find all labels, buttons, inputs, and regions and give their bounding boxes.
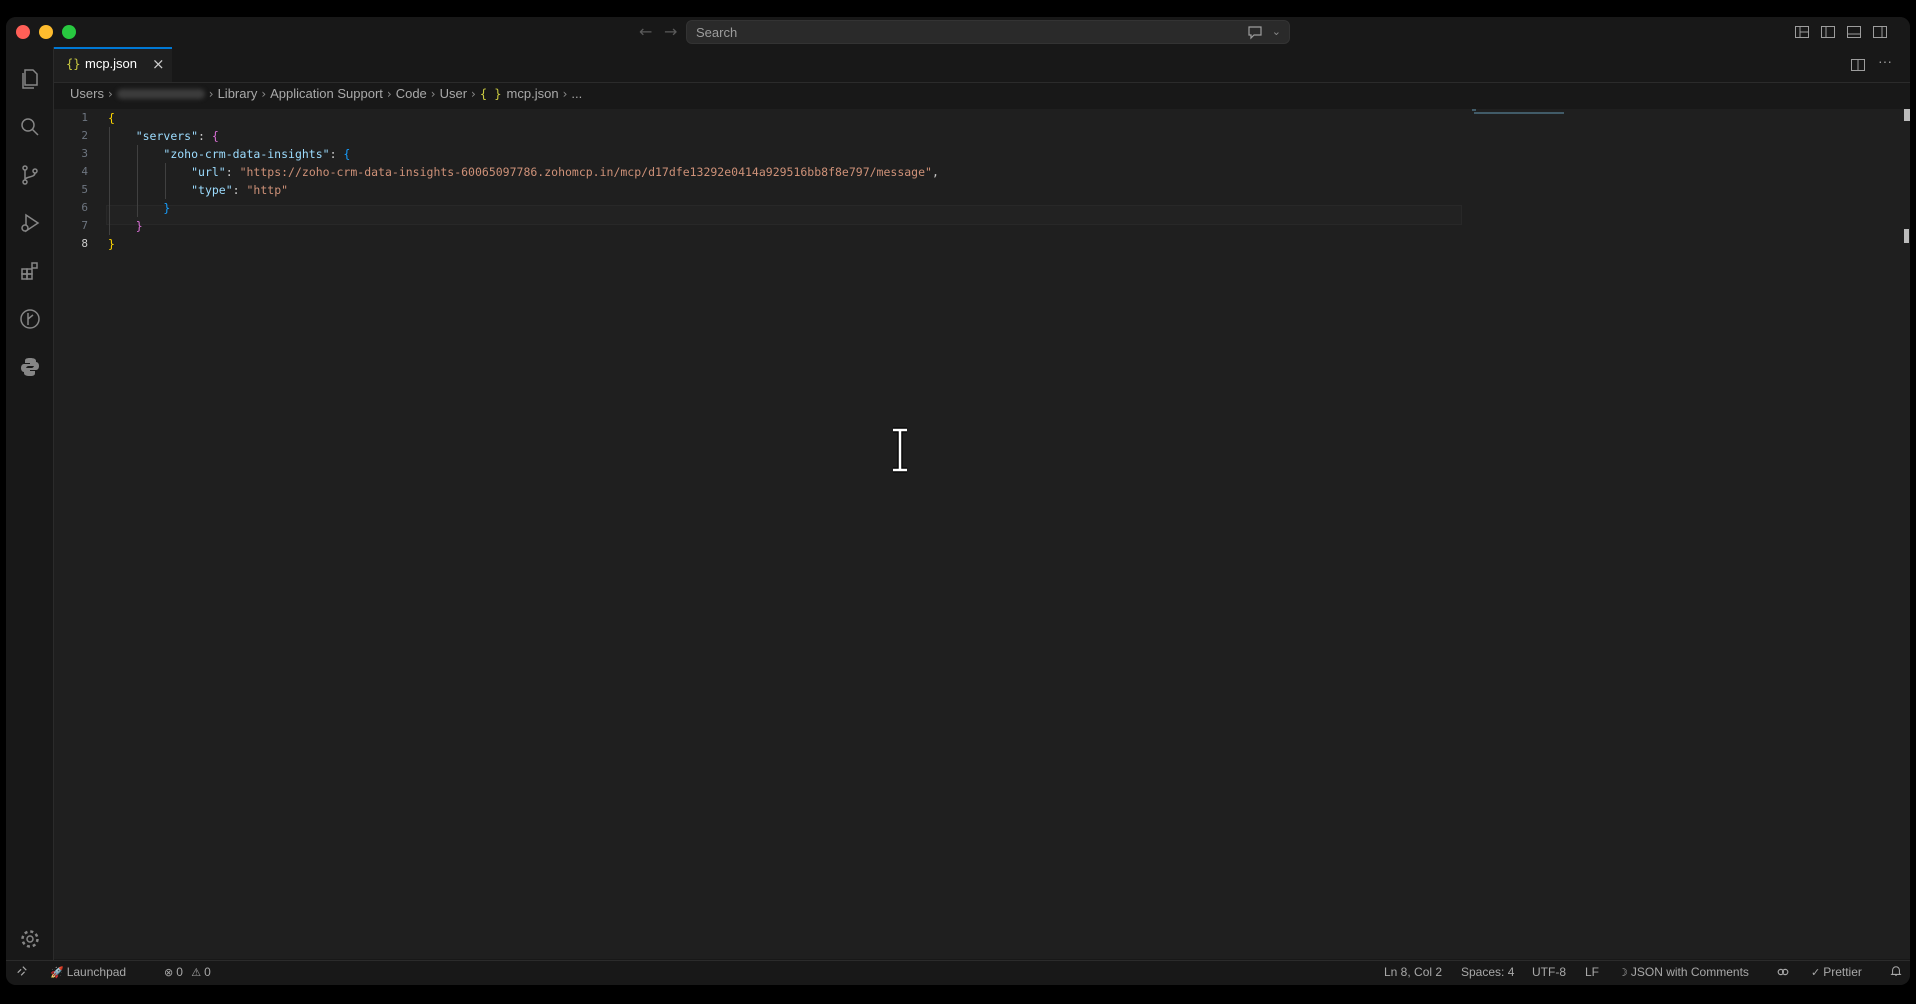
breadcrumb-item-code[interactable]: Code	[396, 86, 427, 101]
braces-icon: ☽	[1618, 966, 1628, 979]
redacted-username	[116, 88, 205, 99]
code-line-6: }	[163, 201, 171, 215]
current-line-highlight	[106, 205, 1462, 225]
code-line-7: }	[135, 219, 143, 233]
notifications-bell-icon[interactable]	[1890, 965, 1902, 980]
zoom-window-button[interactable]	[62, 25, 76, 39]
activity-bar	[6, 47, 54, 961]
chevron-right-icon: ›	[562, 86, 568, 101]
code-line-5: "type": "http"	[191, 183, 289, 197]
check-double-icon: ✓	[1811, 966, 1821, 979]
minimize-window-button[interactable]	[39, 25, 53, 39]
breadcrumb-item-symbols[interactable]: ...	[571, 86, 582, 101]
toggle-primary-sidebar-icon[interactable]	[1820, 24, 1836, 40]
error-count: 0	[176, 965, 183, 979]
more-actions-icon[interactable]: ···	[1878, 53, 1894, 69]
extensions-icon[interactable]	[18, 259, 42, 283]
run-and-debug-icon[interactable]	[18, 211, 42, 235]
status-bar: 🚀 Launchpad ⊗ 0 ⚠ 0 Ln 8, Col 2 Spaces: 4 U…	[6, 960, 1910, 985]
language-mode[interactable]: ☽ JSON with Comments	[1618, 965, 1749, 979]
chevron-right-icon: ›	[208, 86, 214, 101]
line-number: 6	[81, 201, 88, 214]
breadcrumb: Users › › Library › Application Support › Code ›…	[70, 85, 582, 107]
remote-indicator-icon[interactable]	[16, 965, 28, 980]
close-window-button[interactable]	[16, 25, 30, 39]
text-cursor-icon	[890, 427, 910, 473]
encoding-setting[interactable]: UTF-8	[1532, 965, 1566, 979]
rocket-icon: 🚀	[50, 966, 64, 979]
code-line-8: }	[108, 237, 115, 251]
launchpad-label: Launchpad	[66, 965, 127, 979]
launchpad-button[interactable]: 🚀 Launchpad	[50, 965, 126, 979]
search-icon[interactable]	[18, 115, 42, 139]
copilot-icon[interactable]	[1776, 965, 1790, 982]
chat-icon[interactable]	[1247, 24, 1263, 40]
chevron-down-icon[interactable]: ⌄	[1272, 25, 1281, 38]
line-number-active: 8	[81, 237, 88, 250]
chevron-right-icon: ›	[261, 86, 267, 101]
title-bar: ← → Search ⌄	[6, 17, 1910, 47]
language-label: JSON with Comments	[1630, 965, 1749, 979]
toggle-panel-icon[interactable]	[1846, 24, 1862, 40]
python-icon[interactable]	[18, 355, 42, 379]
gitlens-icon[interactable]	[18, 307, 42, 331]
forward-arrow-icon[interactable]: →	[664, 23, 677, 41]
breadcrumb-item-users[interactable]: Users	[70, 86, 104, 101]
source-control-icon[interactable]	[18, 163, 42, 187]
tab-mcp-json[interactable]: {} mcp.json ×	[54, 47, 172, 82]
error-icon: ⊗	[164, 966, 174, 979]
code-line-1: {	[108, 111, 115, 125]
line-number: 7	[81, 219, 88, 232]
vscode-window: ← → Search ⌄ {} mcp.json × ··· Users › ›…	[6, 17, 1910, 985]
customize-layout-icon[interactable]	[1794, 24, 1810, 40]
problems-indicator[interactable]: ⊗ 0 ⚠ 0	[164, 965, 211, 979]
line-number: 5	[81, 183, 88, 196]
line-number: 2	[81, 129, 88, 142]
chevron-right-icon: ›	[430, 86, 436, 101]
warning-icon: ⚠	[191, 966, 202, 979]
line-number: 3	[81, 147, 88, 160]
scrollbar-thumb[interactable]	[1904, 109, 1910, 121]
minimap-line	[1472, 109, 1476, 111]
split-editor-icon[interactable]	[1850, 57, 1866, 73]
editor-tab-bar: {} mcp.json × ···	[54, 47, 1910, 83]
command-center-search[interactable]: Search ⌄	[686, 20, 1290, 44]
warning-count: 0	[204, 965, 211, 979]
breadcrumb-item-user[interactable]: User	[440, 86, 467, 101]
indentation-setting[interactable]: Spaces: 4	[1461, 965, 1514, 979]
line-number: 1	[81, 111, 88, 124]
code-editor[interactable]: 1 2 3 4 5 6 7 8 { "servers": { "zoho-crm…	[54, 109, 1910, 959]
explorer-icon[interactable]	[18, 67, 42, 91]
tab-label: mcp.json	[85, 56, 138, 71]
code-line-4: "url": "https://zoho-crm-data-insights-6…	[191, 165, 939, 179]
chevron-right-icon: ›	[386, 86, 392, 101]
breadcrumb-item-application-support[interactable]: Application Support	[270, 86, 383, 101]
code-line-3: "zoho-crm-data-insights": {	[163, 147, 351, 161]
json-braces-icon: {}	[66, 57, 81, 71]
line-number: 4	[81, 165, 88, 178]
eol-setting[interactable]: LF	[1585, 965, 1599, 979]
breadcrumb-item-mcp-json[interactable]: mcp.json	[507, 86, 559, 101]
breadcrumb-item-library[interactable]: Library	[218, 86, 258, 101]
prettier-label: Prettier	[1823, 965, 1862, 979]
scrollbar-cursor-marker	[1904, 229, 1909, 243]
manage-gear-icon[interactable]	[18, 927, 42, 951]
search-label: Search	[696, 25, 738, 40]
chevron-right-icon: ›	[107, 86, 113, 101]
prettier-status[interactable]: ✓ Prettier	[1811, 965, 1862, 979]
code-line-2: "servers": {	[135, 129, 219, 143]
json-braces-icon: { }	[479, 86, 502, 101]
minimap-line	[1474, 112, 1564, 114]
close-icon[interactable]: ×	[152, 55, 165, 73]
back-arrow-icon[interactable]: ←	[639, 23, 652, 41]
cursor-position[interactable]: Ln 8, Col 2	[1384, 965, 1442, 979]
toggle-secondary-sidebar-icon[interactable]	[1872, 24, 1888, 40]
chevron-right-icon: ›	[471, 86, 476, 101]
